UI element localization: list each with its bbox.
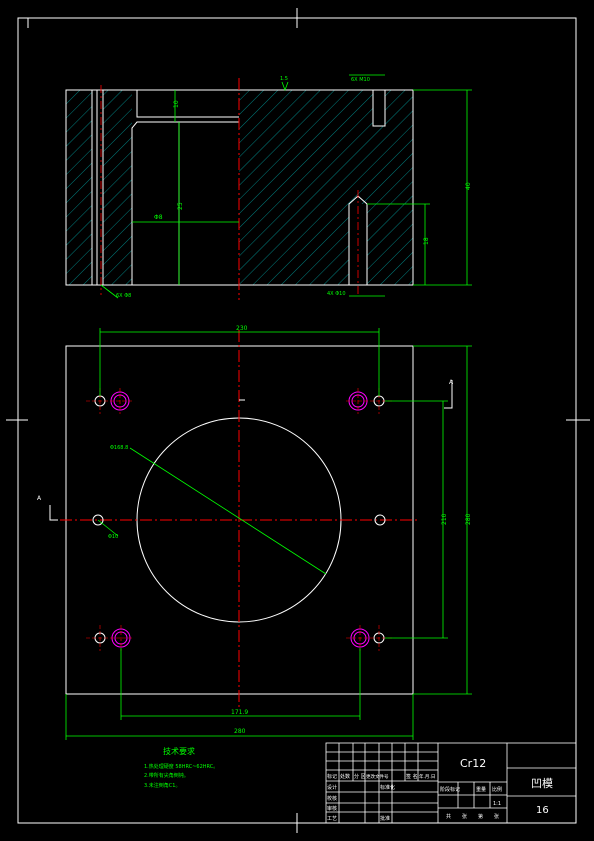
dim-bottom-chamfer: 6X Φ8 [116, 293, 131, 299]
dim-top-pin: 10 [173, 100, 180, 108]
dim-height-total: 40 [465, 182, 472, 190]
dim-pitch-bottom: 171.9 [231, 709, 248, 716]
svg-text:批准: 批准 [380, 815, 390, 822]
notes-line-1: 1.热处理硬度 58HRC~62HRC。 [144, 763, 218, 770]
notes-line-3: 3.未注倒角C1。 [144, 782, 180, 789]
section-view: 40 18 Φ8 25 10 6X M10 4X Φ10 6X Φ8 1.5 [65, 74, 472, 300]
dim-counterbore-bottom: 4X Φ10 [327, 291, 346, 297]
svg-text:处数: 处数 [340, 773, 350, 780]
plan-view: 230 171.9 280 280 210 Φ168.8 Φ10 A A [37, 325, 472, 740]
svg-text:更改文件号: 更改文件号 [366, 773, 389, 780]
svg-text:阶段标记: 阶段标记 [440, 786, 460, 793]
svg-text:A: A [449, 379, 454, 386]
svg-text:共: 共 [446, 813, 451, 820]
svg-text:工艺: 工艺 [327, 816, 337, 822]
dim-plate-height: 280 [465, 513, 472, 525]
dim-hole-depth: 18 [423, 237, 430, 245]
svg-text:标记: 标记 [327, 773, 337, 780]
svg-text:比例: 比例 [492, 786, 502, 793]
sheet-number: 16 [536, 805, 549, 816]
drawing-sheet: 40 18 Φ8 25 10 6X M10 4X Φ10 6X Φ8 1.5 2… [0, 0, 594, 841]
svg-text:校核: 校核 [327, 795, 337, 802]
svg-text:重量: 重量 [476, 786, 486, 793]
notes-title: 技术要求 [163, 746, 195, 756]
cad-drawing: 40 18 Φ8 25 10 6X M10 4X Φ10 6X Φ8 1.5 2… [6, 8, 590, 833]
dim-small-hole-dia: Φ10 [108, 534, 118, 540]
svg-text:张: 张 [462, 813, 467, 820]
svg-text:第: 第 [478, 813, 483, 820]
dim-vertical-span: 210 [441, 513, 448, 525]
svg-text:分 区: 分 区 [354, 773, 366, 780]
section-hatch-right [239, 90, 413, 285]
dim-plate-width: 280 [234, 728, 246, 735]
svg-text:张: 张 [494, 813, 499, 820]
part-name: 凹模 [531, 777, 553, 790]
dim-bore-dia: Φ8 [154, 214, 163, 221]
svg-text:标准化: 标准化 [380, 784, 395, 791]
dim-circle-dia: Φ168.8 [110, 445, 128, 451]
svg-text:设计: 设计 [327, 784, 337, 791]
svg-text:A: A [37, 495, 42, 502]
svg-text:年.月.日: 年.月.日 [419, 773, 435, 780]
dim-height-inner: 25 [177, 202, 184, 210]
section-hatch-left [66, 90, 92, 285]
notes-line-2: 2.带所有尖角倒钝。 [144, 772, 189, 779]
svg-text:签 名: 签 名 [406, 773, 418, 780]
dim-counterbore-top: 6X M10 [351, 77, 370, 83]
material-label: Cr12 [460, 757, 486, 770]
section-hatch-pin [103, 90, 132, 285]
scale-value: 1:1 [493, 801, 501, 807]
technical-notes: 技术要求 1.热处理硬度 58HRC~62HRC。 2.带所有尖角倒钝。 3.未… [144, 746, 218, 789]
dim-inner-hole-span: 230 [236, 325, 248, 332]
dim-chamfer: 1.5 [280, 76, 288, 82]
svg-text:审核: 审核 [327, 805, 337, 812]
